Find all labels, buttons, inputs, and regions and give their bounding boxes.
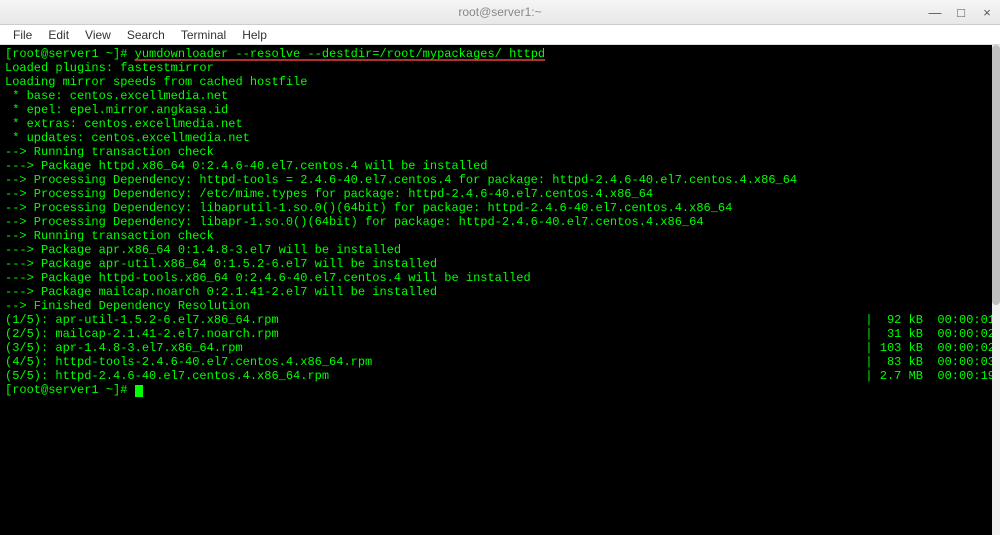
download-row: (3/5): apr-1.4.8-3.el7.x86_64.rpm | 103 k… xyxy=(5,341,995,355)
scrollbar-thumb[interactable] xyxy=(992,45,1000,305)
output-line: --> Running transaction check xyxy=(5,229,995,243)
output-line: ---> Package apr.x86_64 0:1.4.8-3.el7 wi… xyxy=(5,243,995,257)
output-line: --> Processing Dependency: libaprutil-1.… xyxy=(5,201,995,215)
output-line: Loaded plugins: fastestmirror xyxy=(5,61,995,75)
minimize-button[interactable]: — xyxy=(927,4,943,20)
output-line: --> Processing Dependency: libapr-1.so.0… xyxy=(5,215,995,229)
output-line: ---> Package httpd-tools.x86_64 0:2.4.6-… xyxy=(5,271,995,285)
command-line: [root@server1 ~]# yumdownloader --resolv… xyxy=(5,47,995,61)
download-row: (2/5): mailcap-2.1.41-2.el7.noarch.rpm | … xyxy=(5,327,995,341)
scrollbar-track[interactable] xyxy=(992,45,1000,535)
output-line: ---> Package mailcap.noarch 0:2.1.41-2.e… xyxy=(5,285,995,299)
menu-file[interactable]: File xyxy=(5,26,40,44)
prompt-line: [root@server1 ~]# xyxy=(5,383,995,397)
output-line: * epel: epel.mirror.angkasa.id xyxy=(5,103,995,117)
download-file: (1/5): apr-util-1.5.2-6.el7.x86_64.rpm xyxy=(5,313,279,327)
output-line: --> Processing Dependency: httpd-tools =… xyxy=(5,173,995,187)
window-controls: — □ × xyxy=(927,4,995,20)
output-line: Loading mirror speeds from cached hostfi… xyxy=(5,75,995,89)
menu-edit[interactable]: Edit xyxy=(40,26,77,44)
download-stats: | 103 kB 00:00:02 xyxy=(865,341,995,355)
maximize-button[interactable]: □ xyxy=(953,4,969,20)
typed-command: yumdownloader --resolve --destdir=/root/… xyxy=(135,47,545,61)
download-row: (4/5): httpd-tools-2.4.6-40.el7.centos.4… xyxy=(5,355,995,369)
download-file: (4/5): httpd-tools-2.4.6-40.el7.centos.4… xyxy=(5,355,372,369)
cursor-icon xyxy=(135,385,143,397)
download-file: (5/5): httpd-2.4.6-40.el7.centos.4.x86_6… xyxy=(5,369,329,383)
output-line: ---> Package httpd.x86_64 0:2.4.6-40.el7… xyxy=(5,159,995,173)
output-line: * extras: centos.excellmedia.net xyxy=(5,117,995,131)
download-stats: | 2.7 MB 00:00:19 xyxy=(865,369,995,383)
output-line: ---> Package apr-util.x86_64 0:1.5.2-6.e… xyxy=(5,257,995,271)
menu-search[interactable]: Search xyxy=(119,26,173,44)
download-stats: | 83 kB 00:00:03 xyxy=(865,355,995,369)
menubar: File Edit View Search Terminal Help xyxy=(0,25,1000,45)
prompt: [root@server1 ~]# xyxy=(5,47,135,61)
prompt: [root@server1 ~]# xyxy=(5,383,135,397)
download-file: (3/5): apr-1.4.8-3.el7.x86_64.rpm xyxy=(5,341,243,355)
window-title: root@server1:~ xyxy=(458,5,541,19)
terminal-area[interactable]: [root@server1 ~]# yumdownloader --resolv… xyxy=(0,45,1000,535)
menu-view[interactable]: View xyxy=(77,26,119,44)
close-button[interactable]: × xyxy=(979,4,995,20)
output-line: --> Running transaction check xyxy=(5,145,995,159)
output-line: --> Finished Dependency Resolution xyxy=(5,299,995,313)
download-stats: | 31 kB 00:00:02 xyxy=(865,327,995,341)
titlebar: root@server1:~ — □ × xyxy=(0,0,1000,25)
download-file: (2/5): mailcap-2.1.41-2.el7.noarch.rpm xyxy=(5,327,279,341)
download-stats: | 92 kB 00:00:01 xyxy=(865,313,995,327)
menu-terminal[interactable]: Terminal xyxy=(173,26,234,44)
output-line: * updates: centos.excellmedia.net xyxy=(5,131,995,145)
download-row: (1/5): apr-util-1.5.2-6.el7.x86_64.rpm | … xyxy=(5,313,995,327)
output-line: * base: centos.excellmedia.net xyxy=(5,89,995,103)
download-row: (5/5): httpd-2.4.6-40.el7.centos.4.x86_6… xyxy=(5,369,995,383)
menu-help[interactable]: Help xyxy=(234,26,275,44)
output-line: --> Processing Dependency: /etc/mime.typ… xyxy=(5,187,995,201)
